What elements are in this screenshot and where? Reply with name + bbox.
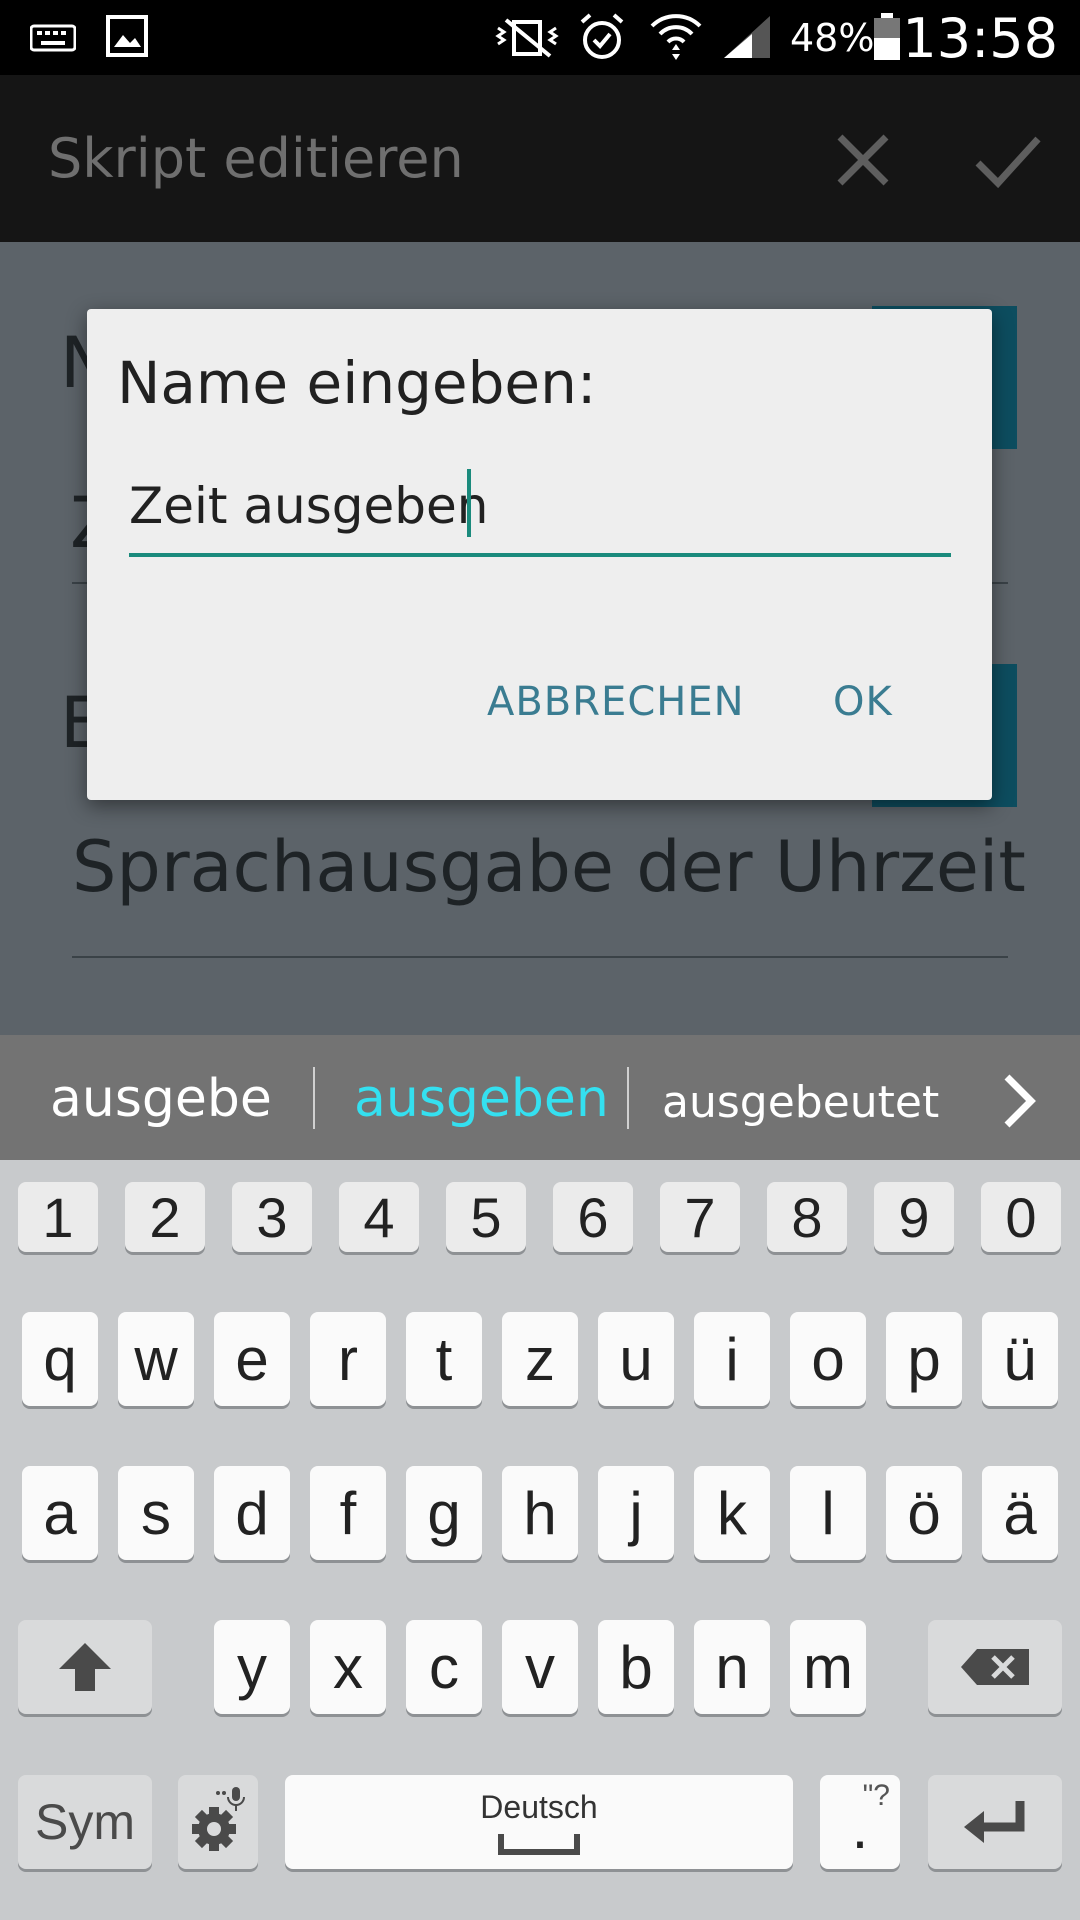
suggestion-item-primary[interactable]: ausgeben xyxy=(354,1069,609,1129)
background-description: Sprachausgabe der Uhrzeit xyxy=(72,826,1026,908)
shift-key[interactable] xyxy=(18,1620,152,1714)
key-i[interactable]: i xyxy=(694,1312,770,1406)
name-input[interactable] xyxy=(129,459,951,557)
key-q[interactable]: q xyxy=(22,1312,98,1406)
image-icon xyxy=(106,15,148,57)
key-h[interactable]: h xyxy=(502,1466,578,1560)
enter-icon xyxy=(964,1801,1025,1843)
key-u[interactable]: u xyxy=(598,1312,674,1406)
check-icon[interactable] xyxy=(972,125,1042,195)
suggestion-item[interactable]: ausgebe xyxy=(50,1069,272,1129)
clock: 13:58 xyxy=(902,7,1058,70)
key-9[interactable]: 9 xyxy=(874,1182,954,1252)
key-o[interactable]: o xyxy=(790,1312,866,1406)
name-input-dialog: Name eingeben: ABBRECHEN OK xyxy=(87,309,992,800)
page-title: Skript editieren xyxy=(48,127,464,190)
suggestion-divider xyxy=(627,1067,629,1129)
key-ue[interactable]: ü xyxy=(982,1312,1058,1406)
key-w[interactable]: w xyxy=(118,1312,194,1406)
space-key-label: Deutsch xyxy=(480,1788,598,1825)
suggestion-item[interactable]: ausgebeutet xyxy=(662,1077,939,1128)
key-y[interactable]: y xyxy=(214,1620,290,1714)
chevron-right-icon[interactable] xyxy=(995,1071,1045,1131)
key-1[interactable]: 1 xyxy=(18,1182,98,1252)
key-f[interactable]: f xyxy=(310,1466,386,1560)
status-bar: 48% 13:58 xyxy=(0,0,1080,75)
key-m[interactable]: m xyxy=(790,1620,866,1714)
key-z[interactable]: z xyxy=(502,1312,578,1406)
alarm-icon xyxy=(580,13,624,59)
punctuation-hint: "? xyxy=(862,1779,890,1812)
sym-key[interactable]: Sym xyxy=(18,1775,152,1869)
key-7[interactable]: 7 xyxy=(660,1182,740,1252)
dialog-title: Name eingeben: xyxy=(117,349,597,417)
key-8[interactable]: 8 xyxy=(767,1182,847,1252)
key-oe[interactable]: ö xyxy=(886,1466,962,1560)
enter-key[interactable] xyxy=(928,1775,1062,1869)
mic-icon xyxy=(227,1787,245,1811)
key-a[interactable]: a xyxy=(22,1466,98,1560)
space-key[interactable]: Deutsch xyxy=(285,1775,793,1869)
key-6[interactable]: 6 xyxy=(553,1182,633,1252)
key-2[interactable]: 2 xyxy=(125,1182,205,1252)
key-t[interactable]: t xyxy=(406,1312,482,1406)
text-cursor xyxy=(467,469,471,537)
key-k[interactable]: k xyxy=(694,1466,770,1560)
shift-arrow-icon xyxy=(59,1643,111,1691)
action-bar: Skript editieren xyxy=(0,75,1080,242)
key-j[interactable]: j xyxy=(598,1466,674,1560)
backspace-icon xyxy=(961,1649,1029,1685)
space-bar-icon xyxy=(498,1833,580,1855)
key-4[interactable]: 4 xyxy=(339,1182,419,1252)
keyboard-icon xyxy=(30,24,76,52)
settings-key[interactable] xyxy=(178,1775,258,1869)
battery-icon xyxy=(874,13,900,60)
key-n[interactable]: n xyxy=(694,1620,770,1714)
background-divider xyxy=(72,956,1008,958)
signal-icon xyxy=(724,16,770,58)
key-b[interactable]: b xyxy=(598,1620,674,1714)
mute-vibrate-icon xyxy=(495,18,559,58)
gear-icon xyxy=(192,1787,245,1851)
key-x[interactable]: x xyxy=(310,1620,386,1714)
key-l[interactable]: l xyxy=(790,1466,866,1560)
key-v[interactable]: v xyxy=(502,1620,578,1714)
key-0[interactable]: 0 xyxy=(981,1182,1061,1252)
key-c[interactable]: c xyxy=(406,1620,482,1714)
key-3[interactable]: 3 xyxy=(232,1182,312,1252)
key-s[interactable]: s xyxy=(118,1466,194,1560)
suggestion-divider xyxy=(313,1067,315,1129)
key-d[interactable]: d xyxy=(214,1466,290,1560)
key-ae[interactable]: ä xyxy=(982,1466,1058,1560)
ok-button[interactable]: OK xyxy=(833,679,893,725)
keyboard: 1 2 3 4 5 6 7 8 9 0 q w e r t z u i o p … xyxy=(0,1160,1080,1920)
wifi-icon xyxy=(650,14,702,60)
period-key[interactable]: "? . xyxy=(820,1775,900,1869)
backspace-key[interactable] xyxy=(928,1620,1062,1714)
suggestion-bar: ausgebe ausgeben ausgebeutet xyxy=(0,1035,1080,1160)
cancel-button[interactable]: ABBRECHEN xyxy=(487,679,745,725)
key-r[interactable]: r xyxy=(310,1312,386,1406)
close-icon[interactable] xyxy=(828,125,898,195)
battery-percent: 48% xyxy=(790,16,875,60)
key-p[interactable]: p xyxy=(886,1312,962,1406)
key-e[interactable]: e xyxy=(214,1312,290,1406)
key-5[interactable]: 5 xyxy=(446,1182,526,1252)
key-g[interactable]: g xyxy=(406,1466,482,1560)
